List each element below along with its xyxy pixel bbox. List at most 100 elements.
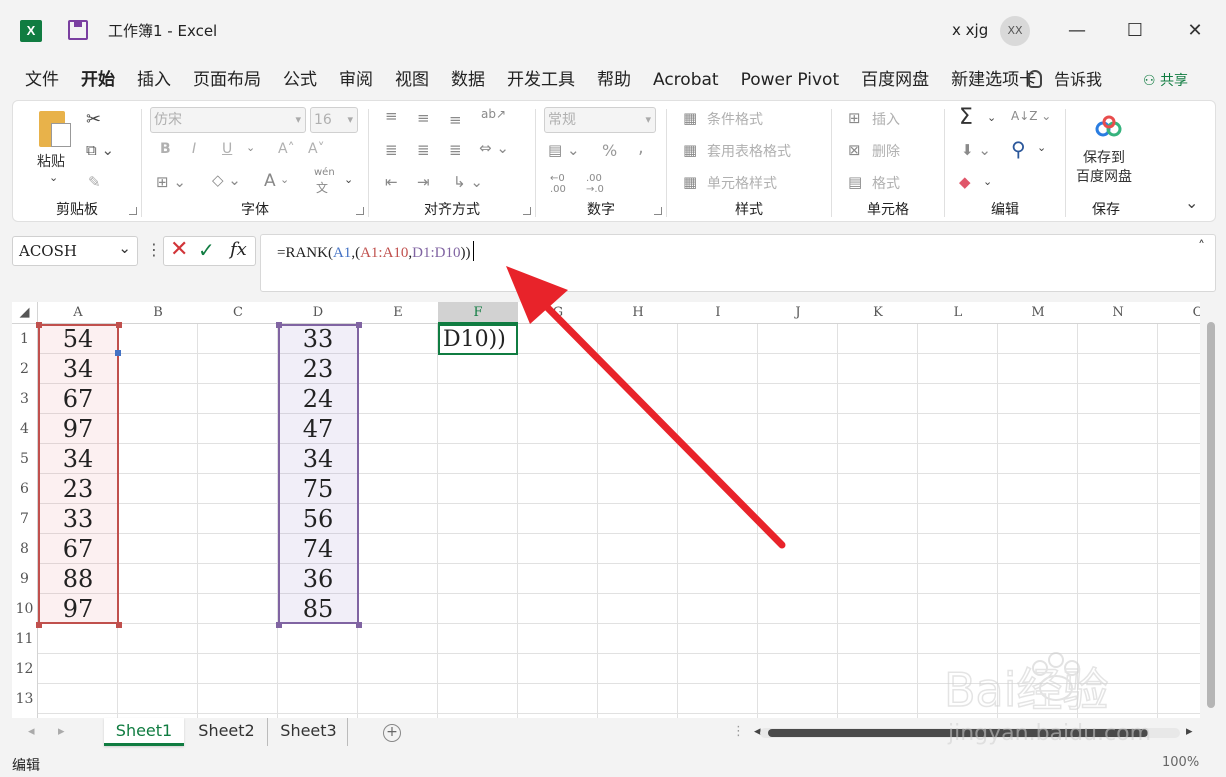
format-cells-button[interactable]: 格式 — [872, 173, 900, 193]
percent-button[interactable]: % — [602, 141, 617, 160]
column-header-M[interactable]: M — [998, 302, 1078, 324]
column-header-N[interactable]: N — [1078, 302, 1158, 324]
autosum-dropdown-icon[interactable]: ⌄ — [987, 111, 996, 124]
cell-D10[interactable]: 85 — [278, 594, 358, 624]
menu-tab-4[interactable]: 公式 — [272, 66, 328, 94]
fill-color-icon[interactable]: ◇ ⌄ — [212, 171, 241, 189]
menu-tab-1[interactable]: 开始 — [70, 66, 126, 94]
column-header-F[interactable]: F — [438, 302, 518, 324]
clipboard-launcher-icon[interactable] — [129, 207, 137, 215]
save-icon[interactable] — [68, 20, 88, 40]
decrease-decimal-icon[interactable]: .00 →.0 — [586, 173, 604, 195]
collapse-formula-icon[interactable]: ˄ — [1198, 239, 1205, 255]
sheet-tab-2[interactable]: Sheet2 — [186, 718, 268, 746]
column-header-C[interactable]: C — [198, 302, 278, 324]
align-center-icon[interactable]: ≣ — [417, 141, 430, 159]
next-sheet-icon[interactable]: ▸ — [58, 724, 65, 739]
increase-decimal-icon[interactable]: ←0.00 — [550, 173, 566, 195]
active-cell-F1[interactable]: D10)) — [438, 324, 518, 355]
row-header-10[interactable]: 10 — [12, 594, 38, 624]
row-header-8[interactable]: 8 — [12, 534, 38, 564]
number-format-select[interactable]: 常规 — [544, 107, 656, 133]
cell-A2[interactable]: 34 — [38, 354, 118, 384]
grow-font-icon[interactable]: A˄ — [278, 141, 295, 157]
user-name[interactable]: x xjg — [952, 21, 988, 39]
menu-tab-6[interactable]: 视图 — [384, 66, 440, 94]
minimize-icon[interactable]: — — [1064, 18, 1090, 44]
row-header-7[interactable]: 7 — [12, 504, 38, 534]
italic-button[interactable]: I — [192, 141, 196, 157]
cell-D7[interactable]: 56 — [278, 504, 358, 534]
wrap-text-icon[interactable]: ↳ ⌄ — [453, 173, 483, 191]
share-button[interactable]: ⚇ 共享 — [1143, 70, 1188, 90]
insert-cells-button[interactable]: 插入 — [872, 109, 900, 129]
orientation-icon[interactable]: ab↗ — [481, 107, 506, 121]
row-header-6[interactable]: 6 — [12, 474, 38, 504]
close-icon[interactable]: ✕ — [1182, 18, 1208, 44]
clear-dropdown-icon[interactable]: ⌄ — [983, 175, 992, 188]
tell-me-search[interactable]: 告诉我 — [1028, 66, 1102, 94]
menu-tab-5[interactable]: 审阅 — [328, 66, 384, 94]
comma-button[interactable]: , — [638, 137, 644, 158]
menu-tab-9[interactable]: 帮助 — [586, 66, 642, 94]
font-color-button[interactable]: A — [264, 171, 276, 191]
cancel-icon[interactable]: ✕ — [170, 236, 188, 264]
sheet-tab-1[interactable]: Sheet1 — [104, 718, 184, 746]
currency-icon[interactable]: ▤ ⌄ — [548, 141, 580, 159]
row-header-9[interactable]: 9 — [12, 564, 38, 594]
menu-tab-2[interactable]: 插入 — [126, 66, 182, 94]
insert-function-button[interactable]: fx — [230, 236, 247, 264]
align-right-icon[interactable]: ≣ — [449, 141, 462, 159]
align-bottom-icon[interactable]: ≡ — [449, 111, 462, 129]
formula-input[interactable]: =RANK(A1,(A1:A10,D1:D10)) ˄ — [260, 234, 1216, 292]
prev-sheet-icon[interactable]: ◂ — [28, 724, 35, 739]
column-header-H[interactable]: H — [598, 302, 678, 324]
find-dropdown-icon[interactable]: ⌄ — [1037, 141, 1046, 154]
range-handle[interactable] — [116, 322, 122, 328]
column-header-J[interactable]: J — [758, 302, 838, 324]
column-header-K[interactable]: K — [838, 302, 918, 324]
save-to-baidu-button[interactable]: 保存到 百度网盘 — [1076, 149, 1132, 187]
row-header-4[interactable]: 4 — [12, 414, 38, 444]
format-table-button[interactable]: 套用表格格式 — [707, 141, 791, 161]
cell-A6[interactable]: 23 — [38, 474, 118, 504]
column-header-L[interactable]: L — [918, 302, 998, 324]
cell-A5[interactable]: 34 — [38, 444, 118, 474]
range-handle[interactable] — [36, 322, 42, 328]
borders-icon[interactable]: ⊞ ⌄ — [156, 173, 186, 191]
cell-D6[interactable]: 75 — [278, 474, 358, 504]
menu-tab-8[interactable]: 开发工具 — [496, 66, 586, 94]
enter-icon[interactable]: ✓ — [198, 236, 215, 264]
column-header-D[interactable]: D — [278, 302, 358, 324]
cell-A4[interactable]: 97 — [38, 414, 118, 444]
range-handle[interactable] — [36, 622, 42, 628]
range-handle[interactable] — [276, 322, 282, 328]
decrease-indent-icon[interactable]: ⇤ — [385, 173, 398, 191]
select-all-button[interactable]: ◢ — [12, 302, 38, 324]
cell-D4[interactable]: 47 — [278, 414, 358, 444]
cell-A7[interactable]: 33 — [38, 504, 118, 534]
zoom-level[interactable]: 100% — [1162, 755, 1199, 770]
menu-tab-10[interactable]: Acrobat — [642, 66, 730, 94]
cell-A3[interactable]: 67 — [38, 384, 118, 414]
tab-split-icon[interactable]: ⋮ — [732, 724, 745, 739]
font-color-dropdown-icon[interactable]: ⌄ — [280, 173, 289, 186]
find-select-icon[interactable]: ⚲ — [1011, 137, 1026, 161]
more-icon[interactable]: ⋮ — [146, 240, 162, 259]
align-top-icon[interactable]: ≡ — [385, 107, 398, 125]
font-launcher-icon[interactable] — [356, 207, 364, 215]
sheet-tab-3[interactable]: Sheet3 — [270, 718, 348, 746]
column-header-E[interactable]: E — [358, 302, 438, 324]
align-middle-icon[interactable]: ≡ — [417, 109, 430, 127]
fill-icon[interactable]: ⬇ ⌄ — [961, 141, 991, 159]
maximize-icon[interactable]: ☐ — [1122, 18, 1148, 44]
menu-tab-11[interactable]: Power Pivot — [730, 66, 851, 94]
format-painter-icon[interactable]: ✎ — [88, 173, 101, 191]
alignment-launcher-icon[interactable] — [523, 207, 531, 215]
row-header-5[interactable]: 5 — [12, 444, 38, 474]
row-header-13[interactable]: 13 — [12, 684, 38, 714]
menu-tab-7[interactable]: 数据 — [440, 66, 496, 94]
delete-cells-button[interactable]: 删除 — [872, 141, 900, 161]
align-left-icon[interactable]: ≣ — [385, 141, 398, 159]
bold-button[interactable]: B — [160, 141, 171, 157]
